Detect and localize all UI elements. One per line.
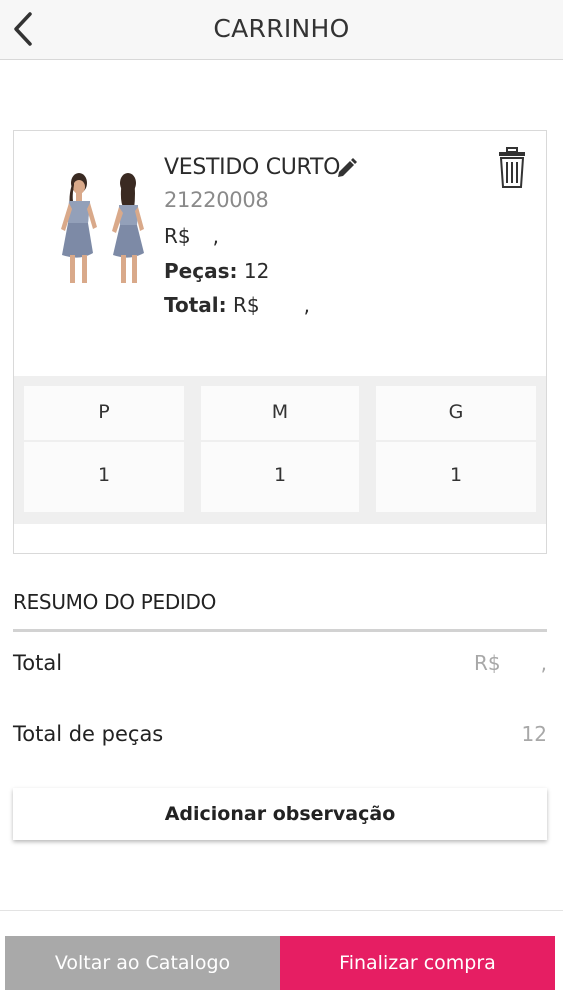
cart-item-card: VESTIDO CURTO 21220008 R$, Peças: 12 Tot… <box>13 130 547 554</box>
size-quantity[interactable]: 1 <box>376 442 536 512</box>
size-column-p: P 1 <box>24 386 184 512</box>
summary-pieces-label: Total de peças <box>13 722 164 746</box>
product-name: VESTIDO CURTO <box>164 155 341 180</box>
pieces-label: Peças: <box>164 259 238 283</box>
product-image[interactable] <box>46 171 156 293</box>
back-to-catalog-button[interactable]: Voltar ao Catalogo <box>5 936 280 990</box>
size-column-g: G 1 <box>376 386 536 512</box>
size-quantity[interactable]: 1 <box>24 442 184 512</box>
price-prefix: R$ <box>164 224 191 248</box>
summary-total-value: R$, <box>474 651 547 675</box>
total-separator: , <box>303 293 310 317</box>
summary-divider <box>13 629 547 632</box>
product-total: Total: R$, <box>164 293 310 317</box>
pieces-value: 12 <box>243 259 270 283</box>
total-prefix: R$ <box>233 293 260 317</box>
footer-divider <box>0 910 563 911</box>
trash-icon <box>499 147 525 188</box>
pencil-icon <box>338 158 357 177</box>
product-code: 21220008 <box>164 188 269 212</box>
size-label: G <box>376 386 536 440</box>
size-column-m: M 1 <box>201 386 359 512</box>
summary-total-label: Total <box>13 651 63 675</box>
delete-button[interactable] <box>498 147 526 189</box>
summary-total-separator: , <box>540 651 547 675</box>
total-label: Total: <box>164 293 227 317</box>
checkout-button[interactable]: Finalizar compra <box>280 936 555 990</box>
size-quantity[interactable]: 1 <box>201 442 359 512</box>
product-price: R$, <box>164 224 219 248</box>
size-label: P <box>24 386 184 440</box>
summary-pieces-value: 12 <box>521 722 547 746</box>
edit-button[interactable] <box>336 157 358 179</box>
header-bar: CARRINHO <box>0 0 563 60</box>
page-title: CARRINHO <box>213 14 350 43</box>
summary-total-prefix: R$ <box>474 651 501 675</box>
summary-title: RESUMO DO PEDIDO <box>13 590 217 614</box>
size-label: M <box>201 386 359 440</box>
product-pieces: Peças: 12 <box>164 259 269 283</box>
price-separator: , <box>212 224 219 248</box>
add-note-button[interactable]: Adicionar observação <box>13 788 547 840</box>
size-grid: P 1 M 1 G 1 <box>14 376 546 524</box>
